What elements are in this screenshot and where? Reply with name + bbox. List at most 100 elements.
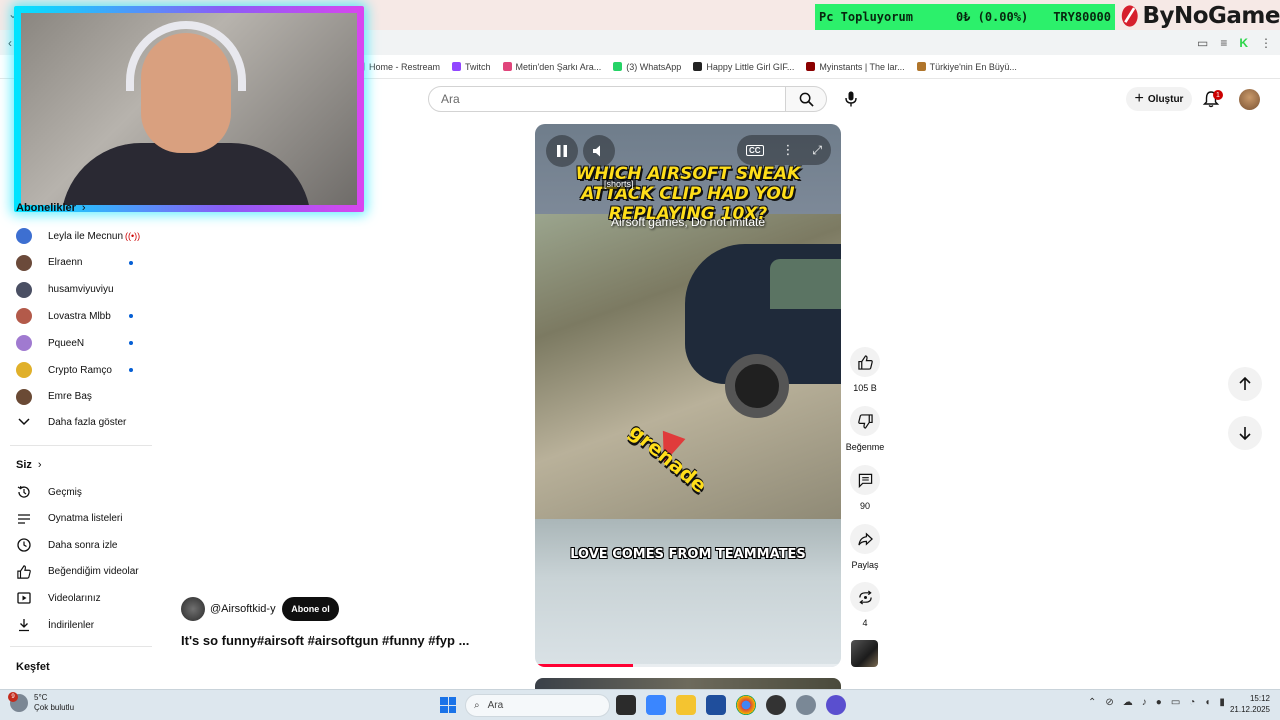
subscription-item[interactable]: Leyla ile Mecnun ((•)) bbox=[16, 226, 146, 246]
sidebar-item[interactable]: Daha sonra izle bbox=[16, 535, 146, 555]
plus-icon: + bbox=[1134, 90, 1144, 107]
remix-action[interactable]: 4 bbox=[846, 582, 884, 628]
channel-avatar[interactable] bbox=[181, 597, 205, 621]
pause-button[interactable] bbox=[546, 135, 578, 167]
sidebar-item[interactable]: Geçmiş bbox=[16, 482, 146, 502]
bookmark-label: (3) WhatsApp bbox=[626, 61, 682, 72]
bookmark-item[interactable]: Happy Little Girl GIF... bbox=[693, 62, 794, 72]
subscription-item[interactable]: PqueeN bbox=[16, 333, 146, 353]
subscription-name: PqueeN bbox=[48, 337, 85, 349]
weather-badge: 9 bbox=[8, 692, 18, 702]
start-button-icon[interactable] bbox=[440, 697, 456, 713]
you-heading[interactable]: Siz › bbox=[16, 459, 42, 471]
search-icon bbox=[799, 92, 814, 107]
dislike-button[interactable] bbox=[850, 406, 880, 436]
downloads-icon bbox=[16, 617, 32, 633]
subscription-item[interactable]: Emre Baş bbox=[16, 387, 146, 407]
store-icon[interactable] bbox=[706, 695, 726, 715]
volume-button[interactable] bbox=[583, 135, 615, 167]
search-input[interactable]: Ara bbox=[428, 86, 786, 112]
new-content-dot bbox=[129, 368, 133, 372]
share-action[interactable]: Paylaş bbox=[846, 524, 884, 570]
remix-button[interactable] bbox=[850, 582, 880, 612]
fullscreen-icon[interactable]: ⤢ bbox=[812, 143, 822, 158]
bookmark-item[interactable]: Twitch bbox=[452, 62, 491, 72]
back-icon[interactable]: ‹ bbox=[8, 36, 12, 50]
webcam-overlay bbox=[14, 6, 364, 212]
taskbar-apps bbox=[616, 695, 846, 715]
subscription-name: Lovastra Mlbb bbox=[48, 310, 111, 322]
bookmark-item[interactable]: Türkiye'nin En Büyü... bbox=[916, 62, 1017, 72]
cast-icon[interactable]: ▭ bbox=[1197, 36, 1208, 50]
bookmark-favicon-icon bbox=[502, 62, 512, 71]
bookmark-favicon-icon bbox=[916, 62, 926, 71]
comments-action[interactable]: 90 bbox=[846, 465, 884, 511]
bookmark-item[interactable]: Myinstants | The lar... bbox=[806, 62, 905, 72]
share-button[interactable] bbox=[850, 524, 880, 554]
system-clock[interactable]: 15:12 21.12.2025 bbox=[1222, 693, 1270, 715]
folder-icon[interactable] bbox=[676, 695, 696, 715]
channel-name[interactable]: @Airsoftkid-y bbox=[210, 603, 276, 615]
subscription-item[interactable]: husamviyuviyu bbox=[16, 280, 146, 300]
pause-icon bbox=[557, 145, 567, 157]
weather-widget[interactable]: 9 5°C Çok bulutlu bbox=[8, 692, 74, 713]
sidebar-item[interactable]: Oynatma listeleri bbox=[16, 509, 146, 529]
chevron-up-icon[interactable]: ⌃ bbox=[1088, 697, 1096, 708]
sidebar-item[interactable]: İndirilenler bbox=[16, 615, 146, 635]
headset bbox=[126, 21, 246, 91]
sidebar-divider bbox=[10, 646, 152, 647]
bookmark-item[interactable]: Home - Restream bbox=[356, 62, 440, 72]
chrome-icon[interactable] bbox=[736, 695, 756, 715]
short-title[interactable]: It's so funny#airsoft #airsoftgun #funny… bbox=[181, 633, 469, 648]
bookmark-item[interactable]: Metin'den Şarkı Ara... bbox=[502, 62, 601, 72]
like-action[interactable]: 105 B bbox=[846, 347, 884, 393]
sound-thumbnail[interactable] bbox=[851, 640, 878, 667]
microphone-icon bbox=[845, 91, 857, 107]
voice-search-button[interactable] bbox=[838, 86, 864, 112]
search-button[interactable] bbox=[786, 86, 827, 112]
sidebar-item[interactable]: Beğendiğim videolar bbox=[16, 562, 146, 582]
menu-icon[interactable]: ⋮ bbox=[1260, 36, 1272, 50]
settings-icon[interactable] bbox=[796, 695, 816, 715]
you-label: Siz bbox=[16, 459, 32, 471]
channel-avatar bbox=[16, 362, 32, 378]
copilot-icon[interactable] bbox=[646, 695, 666, 715]
cloud-sync-icon[interactable]: ☁ bbox=[1123, 697, 1133, 708]
app-icon[interactable] bbox=[826, 695, 846, 715]
subscription-item[interactable]: Elraenn bbox=[16, 253, 146, 273]
history-icon bbox=[16, 484, 32, 500]
more-options-icon[interactable]: ⋮ bbox=[781, 142, 794, 158]
browser-extension-icons: ▭ ≡ K ⋮ bbox=[1197, 36, 1272, 50]
dislike-action[interactable]: Beğenme bbox=[846, 406, 884, 452]
subscribe-button[interactable]: Abone ol bbox=[282, 597, 339, 621]
captions-icon[interactable]: CC bbox=[745, 144, 764, 156]
subscription-item[interactable]: Crypto Ramço bbox=[16, 360, 146, 380]
channel-avatar bbox=[16, 281, 32, 298]
sidebar-item[interactable]: Videolarınız bbox=[16, 588, 146, 608]
create-button[interactable]: + Oluştur bbox=[1126, 87, 1192, 111]
new-content-dot bbox=[129, 314, 133, 319]
file-explorer-dark-icon[interactable] bbox=[616, 695, 636, 715]
queue-icon[interactable]: ≡ bbox=[1220, 36, 1227, 50]
network-off-icon[interactable]: ⊘ bbox=[1105, 697, 1113, 708]
previous-short-button[interactable] bbox=[1228, 367, 1262, 401]
taskbar-search[interactable]: ⌕ Ara bbox=[465, 694, 610, 717]
speaker-icon[interactable]: ◖ bbox=[1204, 697, 1210, 708]
video-progress-bar[interactable] bbox=[535, 664, 841, 667]
shorts-player[interactable]: CC ⋮ ⤢ WHICH AIRSOFT SNEAK ATTACK CLIP H… bbox=[535, 124, 841, 667]
mic-tray-icon[interactable]: ● bbox=[1156, 697, 1162, 708]
account-avatar[interactable] bbox=[1239, 89, 1260, 110]
subscription-item[interactable]: Lovastra Mlbb bbox=[16, 306, 146, 326]
obs-icon[interactable] bbox=[766, 695, 786, 715]
show-more-button[interactable]: Daha fazla göster bbox=[16, 412, 146, 432]
bookmark-item[interactable]: (3) WhatsApp bbox=[613, 62, 681, 72]
next-short-button[interactable] bbox=[1228, 416, 1262, 450]
display-icon[interactable]: ▭ bbox=[1171, 697, 1180, 708]
wifi-icon[interactable]: ◔ bbox=[1189, 697, 1195, 708]
subscriptions-heading[interactable]: Abonelikler › bbox=[16, 202, 86, 214]
like-button[interactable] bbox=[850, 347, 880, 377]
extension-icon[interactable]: K bbox=[1239, 36, 1248, 50]
comments-button[interactable] bbox=[850, 465, 880, 495]
like-count: 105 B bbox=[853, 383, 877, 393]
volume-tray-icon[interactable]: ♪ bbox=[1142, 697, 1147, 708]
